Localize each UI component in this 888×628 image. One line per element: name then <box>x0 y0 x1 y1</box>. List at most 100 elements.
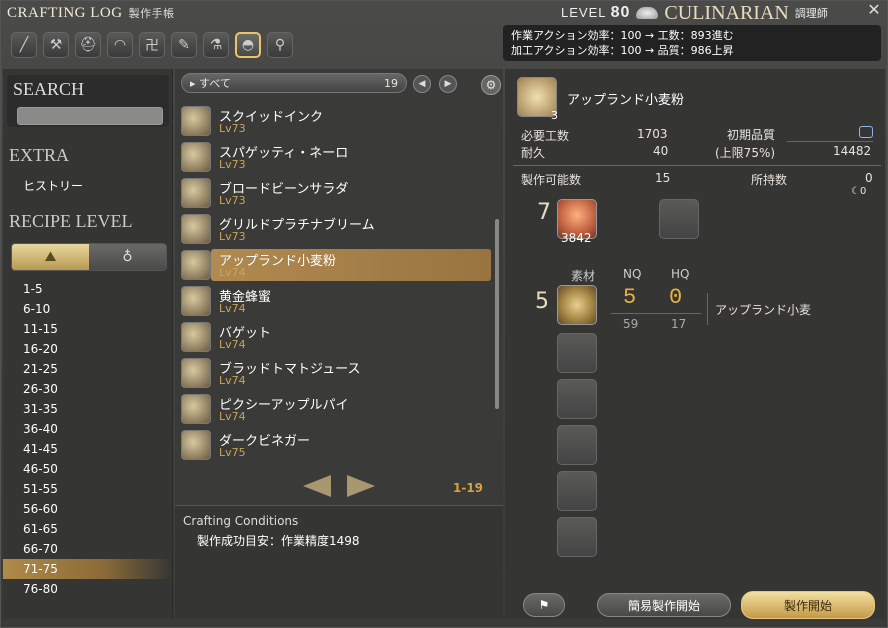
recipe-row[interactable]: ピクシーアップルパイ Lv74 <box>179 393 491 429</box>
empty-material-slot[interactable] <box>557 471 597 511</box>
recipe-level: Lv74 <box>219 302 246 315</box>
bag-icon[interactable]: ♁ <box>89 244 166 270</box>
filter-count: 19 <box>384 76 398 90</box>
recipe-row[interactable]: ダークビネガー Lv75 <box>179 429 491 465</box>
recipe-row-selected[interactable]: アップランド小麦粉 Lv74 <box>179 249 491 285</box>
level-item[interactable]: 51-55 <box>3 479 173 499</box>
class-tabs: ╱ ⚒ ⛑ ◠ 卍 ✎ ⚗ ◓ ⚲ <box>11 32 293 58</box>
level-item[interactable]: 61-65 <box>3 519 173 539</box>
prev-page-icon[interactable] <box>303 475 331 497</box>
close-icon[interactable]: ✕ <box>863 1 885 19</box>
weaver-icon[interactable]: ✎ <box>171 32 197 58</box>
level-item[interactable]: 36-40 <box>3 419 173 439</box>
craftable-label: 製作可能数 <box>521 173 582 187</box>
job-name: CULINARIAN <box>664 1 789 24</box>
level-item[interactable]: 16-20 <box>3 339 173 359</box>
squid-ink-icon <box>181 106 211 136</box>
quality-max: 14482 <box>833 144 872 158</box>
recipe-level: Lv74 <box>219 338 246 351</box>
material-nq-owned: 59 <box>623 317 639 331</box>
nq-header: NQ <box>623 267 642 281</box>
material-separator <box>707 293 708 325</box>
recipe-row[interactable]: 黄金蜂蜜 Lv74 <box>179 285 491 321</box>
efficiency-line-1: 作業アクション効率：100 → 工数：893進む <box>511 29 734 42</box>
culinarian-icon[interactable]: ◓ <box>235 32 261 58</box>
recipe-row[interactable]: グリルドプラチナブリーム Lv73 <box>179 213 491 249</box>
job-info: LEVEL 80 CULINARIAN 調理師 <box>561 1 828 25</box>
recipe-row[interactable]: スパゲッティ・ネーロ Lv73 <box>179 141 491 177</box>
material-header: 素材 <box>571 269 596 283</box>
filter-dropdown[interactable]: ▸ すべて 19 <box>181 73 407 93</box>
recipe-level: Lv73 <box>219 194 246 207</box>
pie-icon <box>181 394 211 424</box>
quality-divider <box>787 141 873 142</box>
empty-material-slot[interactable] <box>557 517 597 557</box>
recipe-row[interactable]: バゲット Lv74 <box>179 321 491 357</box>
level-item[interactable]: 56-60 <box>3 499 173 519</box>
recipe-level: Lv73 <box>219 122 246 135</box>
efficiency-line-2: 加工アクション効率：100 → 品質：986上昇 <box>511 44 734 57</box>
item-yield: 3 <box>551 109 558 122</box>
goldsmith-icon[interactable]: ◠ <box>107 32 133 58</box>
empty-material-slot[interactable] <box>557 425 597 465</box>
recipe-list: スクイッドインク Lv73 スパゲッティ・ネーロ Lv73 ブロードビーンサラダ Lv… <box>179 105 491 465</box>
alchemist-icon[interactable]: ⚗ <box>203 32 229 58</box>
recipe-row[interactable]: スクイッドインク Lv73 <box>179 105 491 141</box>
prev-icon[interactable]: ◀ <box>413 75 431 93</box>
craftable-value: 15 <box>655 171 671 185</box>
history-link[interactable]: ヒストリー <box>23 177 83 194</box>
efficiency-box: 作業アクション効率：100 → 工数：893進む 加工アクション効率：100 →… <box>503 25 881 61</box>
empty-material-slot[interactable] <box>557 379 597 419</box>
recipe-row[interactable]: ブロードビーンサラダ Lv73 <box>179 177 491 213</box>
recipe-level: Lv75 <box>219 446 246 459</box>
recipe-row[interactable]: ブラッドトマトジュース Lv74 <box>179 357 491 393</box>
quality-input[interactable] <box>859 126 873 138</box>
search-input[interactable] <box>17 107 163 125</box>
blacksmith-icon[interactable]: ⚒ <box>43 32 69 58</box>
crafting-log-window: CRAFTING LOG 製作手帳 LEVEL 80 CULINARIAN 調理師… <box>0 0 888 628</box>
page-arrows <box>303 475 375 497</box>
search-icon[interactable]: ⚲ <box>267 32 293 58</box>
armorer-icon[interactable]: ⛑ <box>75 32 101 58</box>
level-item[interactable]: 11-15 <box>3 319 173 339</box>
level-item[interactable]: 46-50 <box>3 459 173 479</box>
next-page-icon[interactable] <box>347 475 375 497</box>
search-label: SEARCH <box>13 79 85 99</box>
title-sub: 製作手帳 <box>128 7 175 20</box>
level-item[interactable]: 76-80 <box>3 579 173 599</box>
level-item[interactable]: 1-5 <box>3 279 173 299</box>
crystal-owned: 3842 <box>561 231 592 245</box>
chef-hat-icon <box>636 7 659 19</box>
empty-material-slot[interactable] <box>557 333 597 373</box>
level-icon[interactable]: ⛰ <box>12 244 89 270</box>
level-item[interactable]: 26-30 <box>3 379 173 399</box>
level-item[interactable]: 66-70 <box>3 539 173 559</box>
quick-synthesis-button[interactable]: 簡易製作開始 <box>597 593 731 617</box>
recipe-scrollbar[interactable] <box>495 219 499 409</box>
leatherworker-icon[interactable]: 卍 <box>139 32 165 58</box>
owned-hq: ☾0 <box>851 186 867 197</box>
durability-value: 40 <box>653 144 669 158</box>
material-nq[interactable]: 5 <box>623 285 636 310</box>
level-item[interactable]: 21-25 <box>3 359 173 379</box>
wheat-icon[interactable] <box>557 285 597 325</box>
next-icon[interactable]: ▶ <box>439 75 457 93</box>
level-label: LEVEL 80 <box>561 4 631 21</box>
level-item-selected[interactable]: 71-75 <box>3 559 173 579</box>
recipe-level: Lv73 <box>219 158 246 171</box>
level-list: 1-5 6-10 11-15 16-20 21-25 26-30 31-35 3… <box>3 279 173 599</box>
trial-synthesis-icon[interactable]: ⚑ <box>523 593 565 617</box>
gear-icon[interactable]: ⚙ <box>481 75 501 95</box>
vinegar-icon <box>181 430 211 460</box>
carpenter-icon[interactable]: ╱ <box>11 32 37 58</box>
synthesize-button[interactable]: 製作開始 <box>741 591 875 619</box>
recipe-level: Lv74 <box>219 374 246 387</box>
level-item[interactable]: 41-45 <box>3 439 173 459</box>
juice-icon <box>181 358 211 388</box>
level-item[interactable]: 31-35 <box>3 399 173 419</box>
material-hq[interactable]: 0 <box>669 285 682 310</box>
level-toggle: ⛰ ♁ <box>11 243 167 271</box>
level-item[interactable]: 6-10 <box>3 299 173 319</box>
section-divider <box>513 165 881 166</box>
empty-crystal-slot[interactable] <box>659 199 699 239</box>
